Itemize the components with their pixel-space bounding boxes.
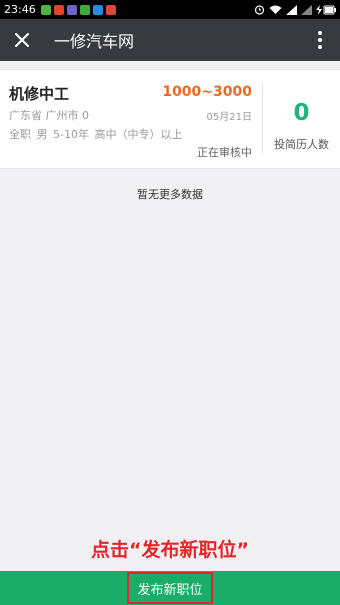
notification-app-icon: [105, 4, 116, 15]
job-requirements: 全职 男 5-10年 高中（中专）以上: [9, 128, 183, 141]
resume-count-label: 投简历人数: [274, 138, 329, 151]
job-title: 机修中工: [9, 85, 70, 103]
bottom-bar: 发布新职位: [0, 571, 340, 605]
status-right: [254, 4, 336, 15]
notification-app-icon: [66, 4, 77, 15]
signal-icon: [286, 4, 297, 15]
job-date: 05月21日: [206, 112, 252, 123]
notification-weibo-icon: [53, 4, 64, 15]
signal-icon: [301, 4, 312, 15]
more-vertical-icon: [318, 31, 322, 49]
job-location: 广东省 广州市 0: [9, 109, 89, 122]
status-bar: 23:46: [0, 0, 340, 19]
hint-text: 点击“发布新职位”: [91, 539, 249, 561]
list-end-text: 暂无更多数据: [137, 188, 203, 201]
status-left: 23:46: [4, 3, 116, 16]
publish-job-button[interactable]: 发布新职位: [127, 572, 213, 604]
status-time: 23:46: [4, 3, 36, 16]
notification-app-icon: [40, 4, 51, 15]
close-button[interactable]: [2, 19, 42, 61]
more-menu-button[interactable]: [310, 19, 330, 61]
notification-qq-icon: [92, 4, 103, 15]
battery-charging-icon: [316, 4, 336, 15]
notification-wechat-icon: [79, 4, 90, 15]
job-salary: 1000~3000: [162, 84, 252, 100]
wifi-icon: [269, 5, 282, 14]
job-review-status: 正在审核中: [197, 146, 252, 159]
alarm-icon: [254, 5, 265, 15]
resume-count: 0: [293, 100, 310, 126]
job-card[interactable]: 机修中工 1000~3000 广东省 广州市 0 05月21日 全职 男 5-1…: [0, 69, 340, 169]
page-title: 一修汽车网: [54, 32, 135, 51]
close-icon: [15, 33, 29, 47]
app-bar: 一修汽车网: [0, 19, 340, 61]
